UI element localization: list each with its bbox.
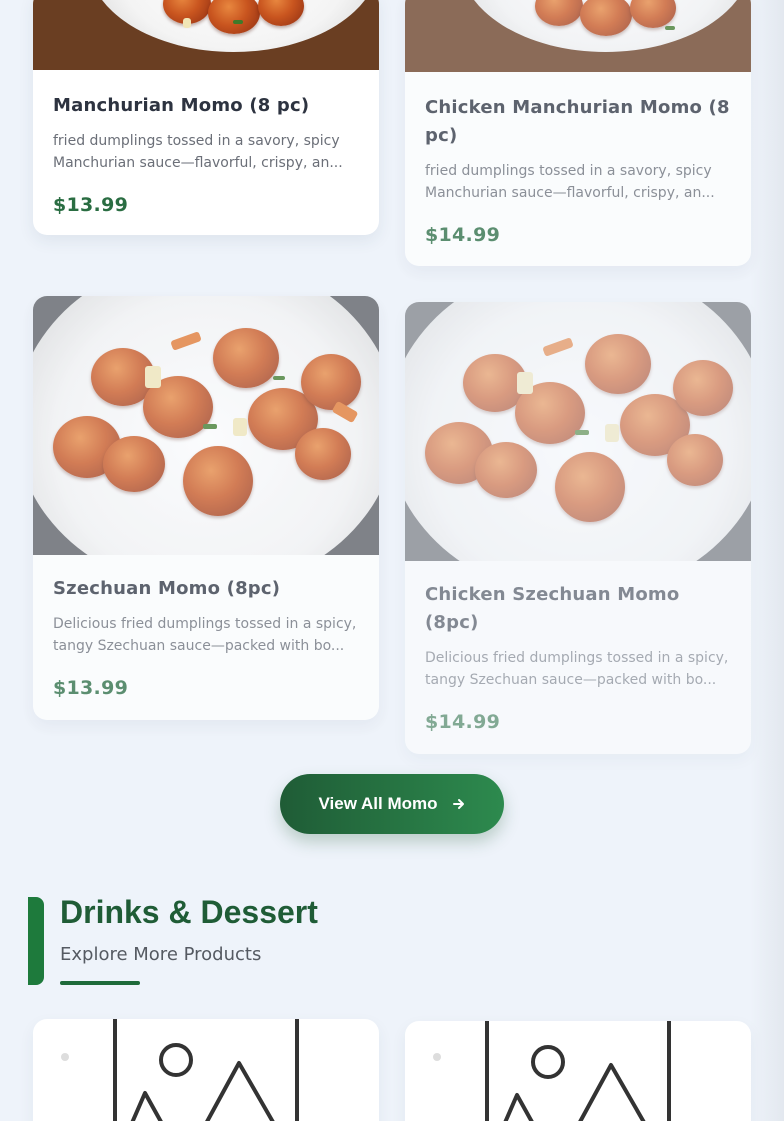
product-description: fried dumplings tossed in a savory, spic… [425, 163, 715, 201]
image-placeholder-icon [61, 1019, 299, 1121]
product-image[interactable] [33, 296, 379, 555]
product-title[interactable]: Chicken Szechuan Momo (8pc) [425, 581, 731, 637]
product-card[interactable] [33, 1019, 379, 1121]
product-price: $14.99 [425, 224, 501, 246]
product-price: $14.99 [425, 711, 501, 733]
product-title[interactable]: Chicken Manchurian Momo (8 pc) [425, 94, 731, 150]
product-image[interactable] [33, 0, 379, 70]
product-card[interactable]: Szechuan Momo (8pc) Delicious fried dump… [33, 296, 379, 720]
product-description: fried dumplings tossed in a savory, spic… [53, 133, 343, 171]
product-description: Delicious fried dumplings tossed in a sp… [425, 650, 729, 688]
product-card[interactable]: Manchurian Momo (8 pc) fried dumplings t… [33, 0, 379, 235]
scroll-edge-shade [750, 0, 784, 1121]
arrow-right-icon [452, 799, 464, 809]
product-price: $13.99 [53, 194, 129, 216]
product-card[interactable]: Chicken Szechuan Momo (8pc) Delicious fr… [405, 302, 751, 754]
product-image[interactable] [405, 302, 751, 561]
product-title[interactable]: Szechuan Momo (8pc) [53, 575, 359, 603]
product-card[interactable] [405, 1021, 751, 1121]
view-all-momo-label: View All Momo [318, 794, 438, 813]
product-card[interactable]: Chicken Manchurian Momo (8 pc) fried dum… [405, 0, 751, 266]
product-price: $13.99 [53, 677, 129, 699]
section-subtitle: Explore More Products [60, 944, 262, 965]
image-placeholder-icon [433, 1021, 671, 1121]
view-all-momo-button[interactable]: View All Momo [280, 774, 504, 834]
product-description: Delicious fried dumplings tossed in a sp… [53, 616, 357, 654]
section-accent-bar [28, 897, 44, 985]
section-underline [60, 981, 140, 985]
product-image[interactable] [405, 0, 751, 72]
product-title[interactable]: Manchurian Momo (8 pc) [53, 92, 359, 120]
section-title: Drinks & Dessert [60, 894, 318, 930]
